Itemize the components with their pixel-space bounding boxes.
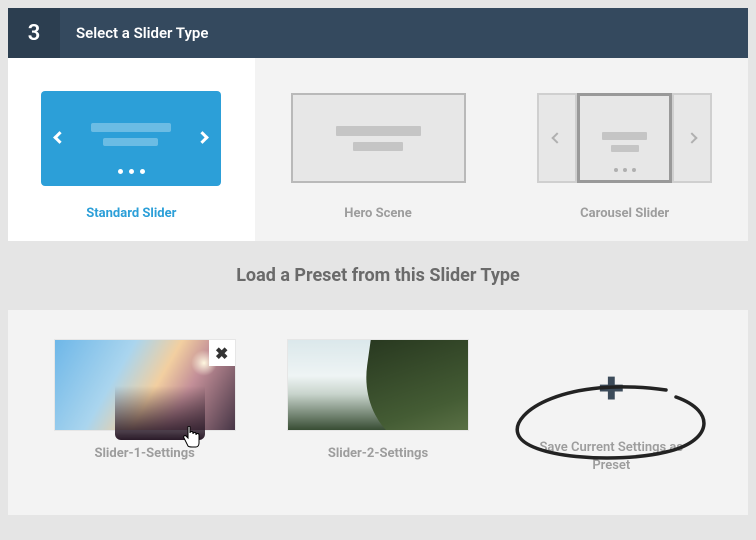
close-icon: ✖: [448, 344, 461, 363]
step-number: 3: [8, 8, 60, 58]
chevron-left-icon: [53, 131, 66, 144]
carousel-slider-icon: [521, 88, 728, 188]
preset-item-2[interactable]: ✖ Slider-2-Settings: [261, 340, 494, 475]
preset-label: Slider-1-Settings: [94, 446, 194, 461]
slider-types-row: Standard Slider Hero Scene: [8, 58, 748, 241]
preset-thumbnail: ✖: [288, 340, 468, 430]
chevron-right-icon: [672, 93, 712, 183]
preset-item-1[interactable]: ✖ Slider-1-Settings: [28, 340, 261, 475]
type-label-hero: Hero Scene: [275, 206, 482, 221]
type-card-hero[interactable]: Hero Scene: [255, 58, 502, 241]
preset-row: ✖ Slider-1-Settings ✖ Slider-2-Settings …: [8, 310, 748, 515]
type-card-carousel[interactable]: Carousel Slider: [501, 58, 748, 241]
type-label-carousel: Carousel Slider: [521, 206, 728, 221]
slider-type-panel: 3 Select a Slider Type Standard Slider: [8, 8, 748, 515]
chevron-left-icon: [537, 93, 577, 183]
plus-icon: ✚: [599, 372, 624, 407]
hero-scene-icon: [275, 88, 482, 188]
standard-slider-icon: [28, 88, 235, 188]
preset-thumbnail: ✖: [55, 340, 235, 430]
chevron-right-icon: [196, 131, 209, 144]
preset-heading: Load a Preset from this Slider Type: [8, 241, 748, 310]
type-card-standard[interactable]: Standard Slider: [8, 58, 255, 241]
preset-label: Slider-2-Settings: [328, 446, 428, 461]
delete-preset-button[interactable]: ✖: [442, 340, 468, 366]
panel-title: Select a Slider Type: [60, 8, 208, 58]
type-label-standard: Standard Slider: [28, 206, 235, 221]
panel-header: 3 Select a Slider Type: [8, 8, 748, 58]
save-preset-label: Save Current Settings as Preset: [521, 439, 701, 475]
save-preset-button[interactable]: ✚ Save Current Settings as Preset: [495, 340, 728, 475]
close-icon: ✖: [215, 344, 228, 363]
delete-preset-button[interactable]: ✖: [209, 340, 235, 366]
